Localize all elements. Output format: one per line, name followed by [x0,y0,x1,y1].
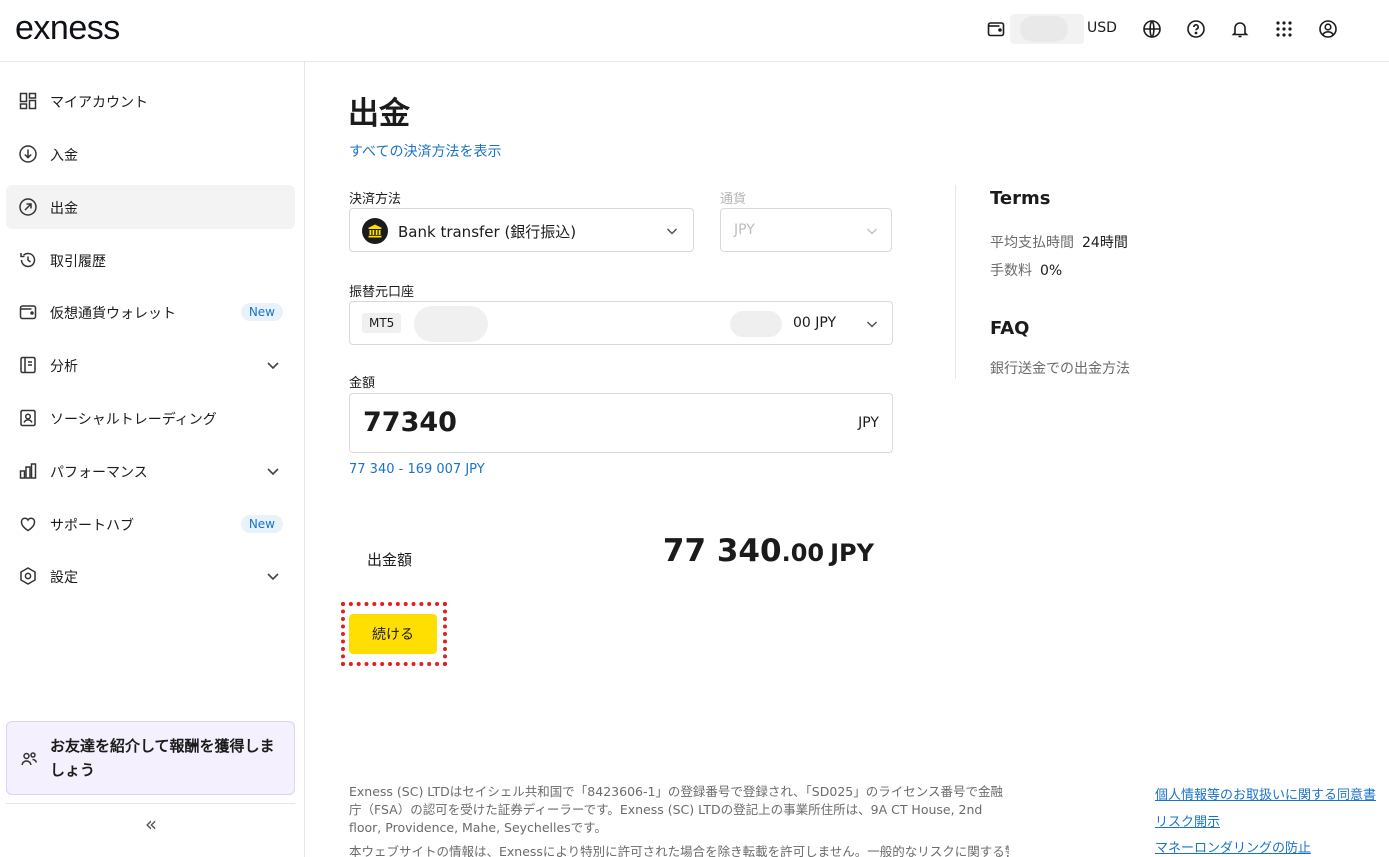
currency-label: 通貨 [720,192,747,207]
sidebar-item-settings[interactable]: 設定 [6,554,295,598]
referral-promo-banner[interactable]: お友達を紹介して報酬を獲得しましょう [6,721,295,795]
sidebar-item-analytics[interactable]: 分析 [6,343,295,387]
user-profile-icon[interactable] [1317,18,1339,40]
bank-icon [362,218,388,244]
amount-label: 金額 [349,376,376,391]
sidebar-item-label: 設定 [50,570,78,586]
wallet-icon [19,305,37,320]
sidebar: マイアカウント 入金 出金 取引履歴 仮想通貨ウォレット New 分析 ソーシャ… [0,62,305,857]
promo-text: お友達を紹介して報酬を獲得しましょう [50,737,275,779]
account-number-hidden [414,306,488,342]
risk-disclosure-link[interactable]: リスク開示 [1155,811,1220,830]
currency-select[interactable]: JPY [720,208,892,252]
sidebar-item-label: ソーシャルトレーディング [50,412,217,428]
wallet-icon[interactable] [986,19,1006,39]
withdraw-amount-label: 出金額 [367,551,413,569]
collapse-sidebar-icon[interactable]: « [141,814,161,834]
chevron-down-icon[interactable] [265,357,281,373]
chevron-down-icon [866,228,878,235]
social-trading-icon [20,409,36,427]
page-title: 出金 [348,96,410,132]
sidebar-item-deposit[interactable]: 入金 [6,132,295,176]
sidebar-item-withdraw[interactable]: 出金 [6,185,295,229]
faq-title: FAQ [990,318,1030,339]
sidebar-item-label: サポートハブ [50,518,134,534]
bell-icon[interactable] [1229,18,1251,40]
heart-icon [20,517,36,532]
new-badge: New [240,515,283,533]
currency-value: JPY [734,222,755,238]
payment-method-value: Bank transfer (銀行振込) [398,223,577,241]
payment-method-select[interactable]: Bank transfer (銀行振込) [349,208,694,252]
payment-method-label: 決済方法 [349,192,402,207]
dashboard-icon [19,92,37,110]
sidebar-item-label: パフォーマンス [50,465,148,481]
footer-legal-text: Exness (SC) LTDはセイシェル共和国で「8423606-1」の登録番… [349,784,1003,835]
sidebar-item-label: 入金 [50,148,78,164]
sidebar-item-label: 出金 [50,201,78,217]
amount-currency: JPY [858,415,879,431]
term-key: 手数料 [990,263,1032,279]
privacy-consent-link[interactable]: 個人情報等のお取扱いに関する同意書 [1155,784,1376,803]
amount-range-hint[interactable]: 77 340 - 169 007 JPY [349,462,485,477]
continue-button[interactable]: 続ける [349,614,437,654]
term-value: 0% [1040,263,1063,279]
sidebar-item-label: 仮想通貨ウォレット [50,306,176,322]
history-icon [20,252,36,268]
chevron-down-icon[interactable] [265,568,281,584]
account-balance-hidden [730,311,782,337]
chevron-down-icon[interactable] [265,463,281,479]
sidebar-item-support-hub[interactable]: サポートハブ New [6,502,295,546]
analytics-icon [20,356,36,374]
term-key: 平均支払時間 [990,235,1074,251]
amount-input[interactable]: 77340 JPY [349,393,893,453]
source-account-label: 振替元口座 [349,285,415,300]
apps-grid-icon[interactable] [1273,18,1295,40]
divider [6,803,295,804]
term-row: 平均支払時間 24時間 [990,232,1128,252]
account-currency[interactable]: USD [1087,20,1117,36]
terms-title: Terms [990,188,1051,209]
performance-icon [19,463,37,479]
divider [955,185,956,379]
sidebar-item-crypto-wallet[interactable]: 仮想通貨ウォレット New [6,290,295,334]
withdraw-amount-currency: JPY [830,539,874,567]
users-icon [21,752,38,766]
account-balance: 00 JPY [793,315,837,331]
withdraw-icon [19,198,37,216]
all-payment-methods-link[interactable]: すべての決済方法を表示 [349,141,501,161]
term-value: 24時間 [1082,235,1128,251]
withdraw-amount-integer: 77 340 [662,533,782,569]
chevron-down-icon [866,321,878,328]
sidebar-item-my-account[interactable]: マイアカウント [6,79,295,123]
balance-hidden [1010,14,1084,44]
settings-icon [20,567,36,585]
sidebar-item-label: マイアカウント [50,95,148,111]
aml-link[interactable]: マネーロンダリングの防止 [1155,837,1311,856]
source-account-select[interactable]: MT5 00 JPY [349,301,893,345]
sidebar-item-history[interactable]: 取引履歴 [6,238,295,282]
withdraw-amount-total: 77 340.00 JPY [663,533,874,569]
help-icon[interactable] [1185,18,1207,40]
chevron-down-icon [666,228,678,235]
deposit-icon [19,145,37,163]
sidebar-item-label: 取引履歴 [50,254,106,270]
top-header: exness USD [0,0,1389,62]
faq-item[interactable]: 銀行送金での出金方法 [990,358,1130,378]
account-type-tag: MT5 [362,313,402,333]
amount-value: 77340 [363,407,457,438]
sidebar-item-label: 分析 [50,359,78,375]
term-row: 手数料 0% [990,260,1062,280]
sidebar-item-social-trading[interactable]: ソーシャルトレーディング [6,396,295,440]
continue-highlight: 続ける [341,602,447,666]
exness-logo[interactable]: exness [15,9,120,48]
new-badge: New [240,303,283,321]
footer-legal-text-2: 本ウェブサイトの情報は、Exnessにより特別に許可された場合を除き転載を許可し… [349,844,1009,857]
globe-icon[interactable] [1141,18,1163,40]
withdraw-amount-decimal: .00 [781,539,825,567]
sidebar-item-performance[interactable]: パフォーマンス [6,449,295,493]
